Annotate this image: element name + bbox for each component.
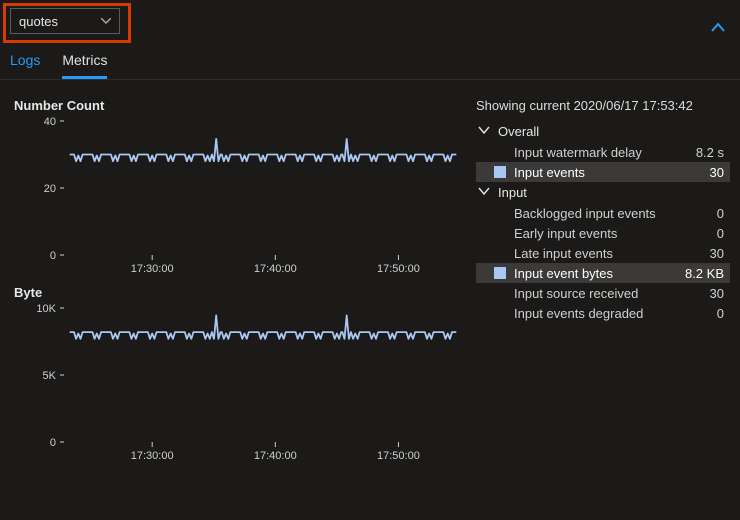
chart-number-count[interactable]: 0 20 40 17:30:00 17:40:00 17:50:00 bbox=[10, 115, 470, 279]
metric-row[interactable]: Input event bytes8.2 KB bbox=[476, 263, 730, 283]
chevron-down-icon bbox=[101, 15, 111, 27]
series-color-swatch bbox=[494, 166, 506, 178]
top-bar: quotes bbox=[0, 0, 740, 38]
metric-value: 0 bbox=[674, 226, 724, 241]
section-input-header[interactable]: Input bbox=[476, 182, 730, 203]
svg-text:17:40:00: 17:40:00 bbox=[254, 263, 297, 275]
charts-column: Number Count 0 20 40 17:30:00 17:40:00 17:50:… bbox=[10, 92, 470, 466]
metric-value: 30 bbox=[674, 246, 724, 261]
metric-label: Input watermark delay bbox=[514, 145, 674, 160]
input-select-value: quotes bbox=[19, 14, 58, 29]
metric-value: 0 bbox=[674, 306, 724, 321]
svg-text:40: 40 bbox=[44, 116, 56, 128]
svg-text:17:50:00: 17:50:00 bbox=[377, 450, 420, 462]
tab-logs[interactable]: Logs bbox=[10, 52, 40, 79]
metric-row[interactable]: Input watermark delay8.2 s bbox=[476, 142, 730, 162]
metric-row[interactable]: Late input events30 bbox=[476, 243, 730, 263]
metric-value: 8.2 KB bbox=[674, 266, 724, 281]
svg-text:17:50:00: 17:50:00 bbox=[377, 263, 420, 275]
metric-row[interactable]: Input events30 bbox=[476, 162, 730, 182]
metric-value: 30 bbox=[674, 286, 724, 301]
metric-label: Late input events bbox=[514, 246, 674, 261]
section-overall-title: Overall bbox=[498, 124, 539, 139]
collapse-panel-button[interactable] bbox=[710, 20, 726, 36]
svg-text:0: 0 bbox=[50, 250, 56, 262]
svg-text:17:30:00: 17:30:00 bbox=[131, 450, 174, 462]
tab-metrics[interactable]: Metrics bbox=[62, 52, 107, 79]
metrics-side-panel: Showing current 2020/06/17 17:53:42 Over… bbox=[470, 92, 730, 466]
metric-row[interactable]: Input source received30 bbox=[476, 283, 730, 303]
metric-row[interactable]: Backlogged input events0 bbox=[476, 203, 730, 223]
svg-text:17:40:00: 17:40:00 bbox=[254, 450, 297, 462]
svg-text:17:30:00: 17:30:00 bbox=[131, 263, 174, 275]
svg-text:20: 20 bbox=[44, 183, 56, 195]
showing-timestamp: Showing current 2020/06/17 17:53:42 bbox=[476, 98, 730, 113]
metric-label: Input events degraded bbox=[514, 306, 674, 321]
input-select-dropdown[interactable]: quotes bbox=[10, 8, 120, 34]
chart-title-byte: Byte bbox=[14, 285, 470, 300]
metric-value: 0 bbox=[674, 206, 724, 221]
metric-label: Input source received bbox=[514, 286, 674, 301]
metric-label: Input events bbox=[514, 165, 674, 180]
metric-label: Backlogged input events bbox=[514, 206, 674, 221]
metric-row[interactable]: Early input events0 bbox=[476, 223, 730, 243]
section-overall-header[interactable]: Overall bbox=[476, 121, 730, 142]
tab-bar: Logs Metrics bbox=[0, 38, 740, 80]
chevron-down-icon bbox=[478, 185, 490, 200]
metric-value: 30 bbox=[674, 165, 724, 180]
svg-text:5K: 5K bbox=[43, 370, 57, 382]
metric-label: Early input events bbox=[514, 226, 674, 241]
svg-text:0: 0 bbox=[50, 437, 56, 449]
chart-title-count: Number Count bbox=[14, 98, 470, 113]
metric-row[interactable]: Input events degraded0 bbox=[476, 303, 730, 323]
chevron-down-icon bbox=[478, 124, 490, 139]
chart-byte[interactable]: 0 5K 10K 17:30:00 17:40:00 17:50:00 bbox=[10, 302, 470, 466]
series-color-swatch bbox=[494, 267, 506, 279]
section-input-title: Input bbox=[498, 185, 527, 200]
metric-label: Input event bytes bbox=[514, 266, 674, 281]
metric-value: 8.2 s bbox=[674, 145, 724, 160]
svg-text:10K: 10K bbox=[36, 303, 56, 315]
